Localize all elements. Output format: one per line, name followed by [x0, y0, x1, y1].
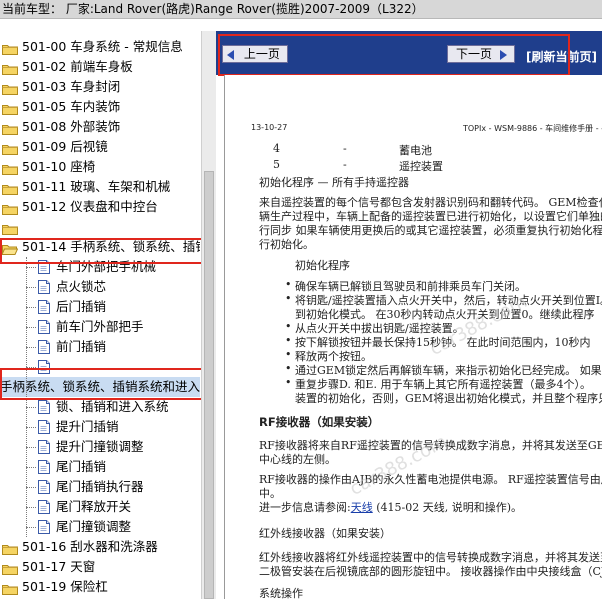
- tree-connector: [26, 267, 36, 268]
- document-icon: [38, 520, 50, 534]
- tree-connector: [26, 507, 36, 508]
- document-icon: [38, 340, 50, 354]
- folder-icon: [2, 581, 18, 595]
- document-icon: [38, 500, 50, 514]
- content-pane: 上一页 下一页 [刷新当前页] 13-10-27 TOPIx - WSM-988…: [216, 31, 602, 599]
- rf-para1-line2: 中心线的左侧。: [259, 453, 336, 466]
- para1-line4: 行初始化。: [259, 238, 314, 251]
- reference-line: 进一步信息请参阅:天线 (415-02 天线, 说明和操作)。: [259, 499, 522, 515]
- folder-icon: [2, 221, 18, 235]
- step-g-line2: 装置的初始化，否则，GEM将退出初始化模式，并且整个程序只: [295, 392, 602, 405]
- tree-item-label: 提升门撞锁调整: [56, 439, 144, 454]
- highlight-box-nav: [218, 34, 570, 76]
- highlight-box-selected: [0, 368, 206, 400]
- tree-item-label: 尾门释放开关: [56, 499, 132, 514]
- doc-header-title: TOPIx - WSM-9886 - 车间维修手册 - 手柄系统: [463, 124, 602, 133]
- document-page: 13-10-27 TOPIx - WSM-9886 - 车间维修手册 - 手柄系…: [224, 75, 602, 599]
- folder-icon: [2, 61, 18, 75]
- rf-para2-line1: RF接收器的操作由AJB的永久性蓄电池提供电源。 RF遥控装置信号由后: [259, 473, 602, 486]
- tree-connector: [26, 487, 36, 488]
- highlight-box-section: [0, 238, 206, 264]
- tree-item-label: 501-10 座椅: [22, 159, 96, 174]
- tree-connector: [26, 447, 36, 448]
- document-icon: [38, 280, 50, 294]
- tree-item-label: 锁、插销和进入系统: [56, 399, 169, 414]
- tree-item-label: 501-05 车内装饰: [22, 99, 121, 114]
- document-icon: [38, 320, 50, 334]
- folder-icon: [2, 101, 18, 115]
- tree-item-label: 501-09 后视镜: [22, 139, 108, 154]
- folder-icon: [2, 541, 18, 555]
- nav-tree: 501-00 车身系统 - 常规信息 501-02 前端车身板 501-03 车身封…: [0, 31, 200, 599]
- tree-item-label: 前车门外部把手: [56, 319, 144, 334]
- tree-item-label: 501-19 保险杠: [22, 579, 108, 594]
- tree-connector: [26, 327, 36, 328]
- legend-num-5: 5: [273, 158, 280, 171]
- tree-item-label: 501-16 刮水器和洗涤器: [22, 539, 158, 554]
- folder-icon: [2, 41, 18, 55]
- tree-item-label: 前门插销: [56, 339, 107, 354]
- document-icon: [38, 420, 50, 434]
- tree-scrollbar[interactable]: [201, 31, 216, 599]
- tree-item-label: 尾门插销: [56, 459, 107, 474]
- document-icon: [38, 400, 50, 414]
- document-icon: [38, 480, 50, 494]
- current-model-text: 当前车型： 厂家:Land Rover(路虎)Range Rover(揽胜)20…: [2, 2, 424, 16]
- tree-item-label: 501-02 前端车身板: [22, 59, 133, 74]
- tree-item-label: 501-17 天窗: [22, 559, 96, 574]
- tree-item-label: 501-12 仪表盘和中控台: [22, 199, 158, 214]
- current-model-bar: 当前车型： 厂家:Land Rover(路虎)Range Rover(揽胜)20…: [0, 0, 602, 19]
- tree-connector: [26, 427, 36, 428]
- reference-suffix: (415-02 天线, 说明和操作)。: [376, 501, 523, 514]
- legend-text-4: 蓄电池: [399, 144, 432, 157]
- folder-icon: [2, 201, 18, 215]
- tree-item-label: 501-11 玻璃、车架和机械: [22, 179, 171, 194]
- document-icon: [38, 440, 50, 454]
- tree-item-label: 提升门插销: [56, 419, 119, 434]
- legend-num-4: 4: [273, 142, 280, 155]
- reference-prefix: 进一步信息请参阅:: [259, 501, 351, 514]
- tree-item-label: 尾门插销执行器: [56, 479, 144, 494]
- doc-header-date: 13-10-27: [251, 123, 288, 132]
- ir-title: 红外线接收器（如果安装）: [259, 527, 391, 540]
- folder-icon: [2, 161, 18, 175]
- folder-icon: [2, 141, 18, 155]
- tree-scrollbar-thumb[interactable]: [204, 171, 214, 599]
- init-title: 初始化程序 — 所有手持遥控器: [259, 176, 409, 189]
- tree-connector: [26, 407, 36, 408]
- tree-item-label: 501-00 车身系统 - 常规信息: [22, 39, 183, 54]
- tree-connector: [26, 307, 36, 308]
- tree-item-label: 尾门撞锁调整: [56, 519, 132, 534]
- legend-text-5: 遥控装置: [399, 160, 443, 173]
- folder-icon: [2, 181, 18, 195]
- folder-icon: [2, 81, 18, 95]
- antenna-link[interactable]: 天线: [351, 501, 373, 514]
- document-icon: [38, 460, 50, 474]
- tree-item-label: 后门插销: [56, 299, 107, 314]
- legend-dash-4: -: [343, 142, 347, 155]
- legend-dash-5: -: [343, 158, 347, 171]
- tree-connector: [26, 287, 36, 288]
- document-icon: [38, 300, 50, 314]
- folder-icon: [2, 121, 18, 135]
- tree-item-label: 点火锁芯: [56, 279, 107, 294]
- folder-icon: [2, 561, 18, 575]
- ir-para-line2: 二极管安装在后视镜底部的圆形旋钮中。 接收器操作由中央接线盒（CJB: [259, 565, 602, 578]
- init-subtitle: 初始化程序: [295, 259, 350, 272]
- tree-connector: [26, 347, 36, 348]
- system-operation-title: 系统操作: [259, 587, 303, 599]
- tree-connector: [26, 527, 36, 528]
- tree-item-label: 501-03 车身封闭: [22, 79, 121, 94]
- tree-item-label: 501-08 外部装饰: [22, 119, 121, 134]
- rf-title: RF接收器（如果安装）: [259, 415, 380, 429]
- tree-connector: [26, 467, 36, 468]
